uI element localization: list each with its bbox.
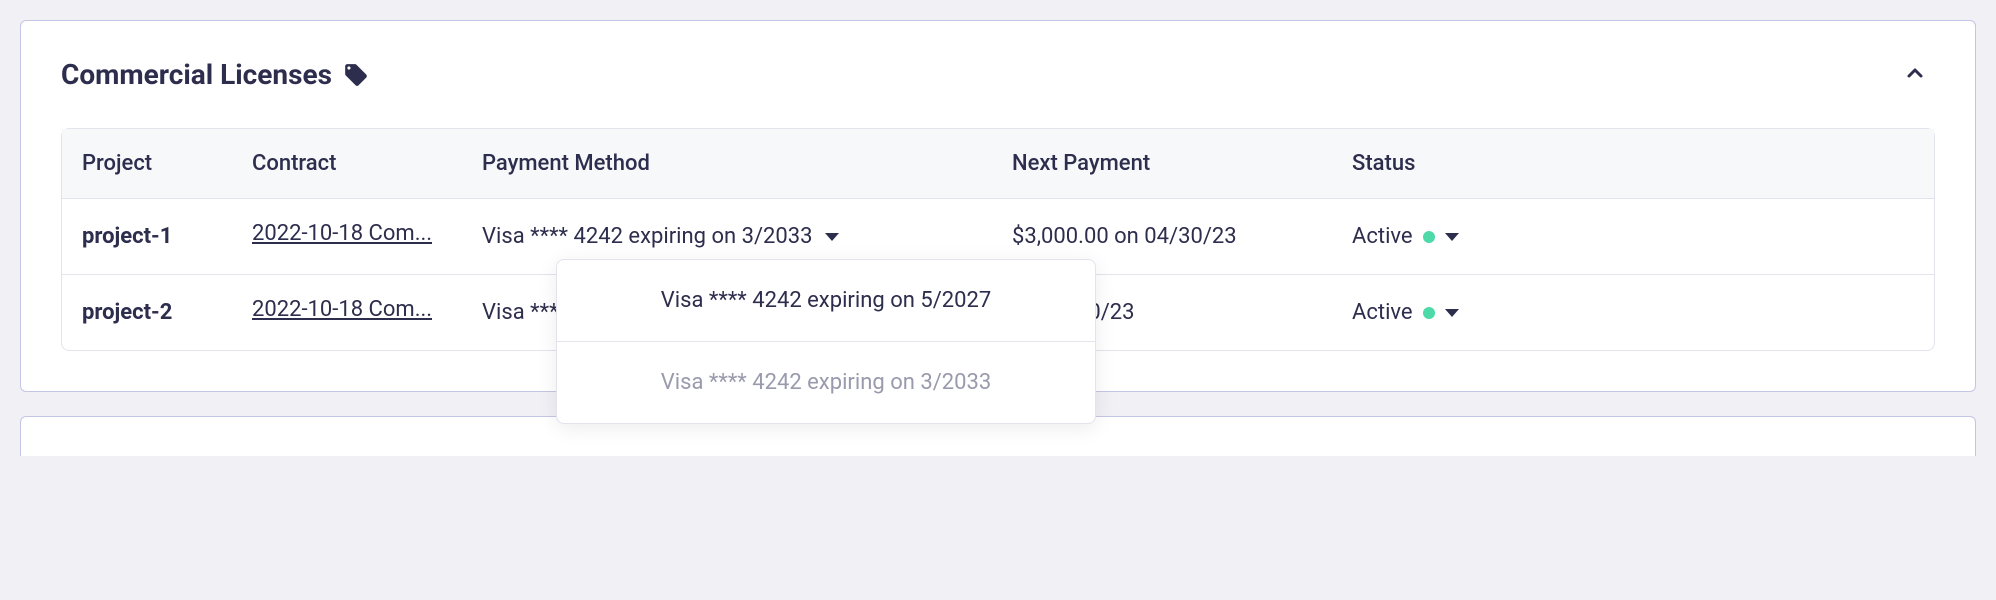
status-dropdown[interactable]: Active [1352, 224, 1459, 249]
licenses-panel: Commercial Licenses Project Contract Pay… [20, 20, 1976, 392]
contract-cell: 2022-10-18 Com... [232, 275, 462, 351]
licenses-table-wrap: Project Contract Payment Method Next Pay… [61, 128, 1935, 351]
status-text: Active [1352, 224, 1413, 249]
panel-header: Commercial Licenses [61, 53, 1935, 96]
payment-method-menu: Visa **** 4242 expiring on 5/2027 Visa *… [556, 259, 1096, 424]
status-cell-wrap: Active [1332, 275, 1934, 351]
caret-down-icon [1445, 233, 1459, 241]
payment-option[interactable]: Visa **** 4242 expiring on 5/2027 [557, 260, 1095, 342]
contract-link[interactable]: 2022-10-18 Com... [252, 221, 432, 246]
status-dropdown[interactable]: Active [1352, 300, 1459, 325]
caret-down-icon [825, 233, 839, 241]
panel-title-text: Commercial Licenses [61, 58, 332, 91]
status-cell-wrap: Active [1332, 199, 1934, 275]
col-header-status: Status [1332, 129, 1934, 199]
payment-option[interactable]: Visa **** 4242 expiring on 3/2033 [557, 342, 1095, 423]
status-dot-icon [1423, 231, 1435, 243]
payment-method-text: Visa **** 4242 expiring on 3/2033 [482, 224, 813, 249]
project-cell: project-1 [62, 199, 232, 275]
col-header-project: Project [62, 129, 232, 199]
tag-icon [342, 61, 370, 89]
chevron-up-icon [1903, 61, 1927, 88]
col-header-next: Next Payment [992, 129, 1332, 199]
panel-title: Commercial Licenses [61, 58, 370, 91]
payment-method-dropdown[interactable]: Visa **** 4242 expiring on 3/2033 [482, 224, 839, 249]
contract-cell: 2022-10-18 Com... [232, 199, 462, 275]
table-header-row: Project Contract Payment Method Next Pay… [62, 129, 1934, 199]
status-text: Active [1352, 300, 1413, 325]
caret-down-icon [1445, 309, 1459, 317]
collapse-button[interactable] [1895, 53, 1935, 96]
contract-link[interactable]: 2022-10-18 Com... [252, 297, 432, 322]
status-dot-icon [1423, 307, 1435, 319]
col-header-contract: Contract [232, 129, 462, 199]
col-header-payment: Payment Method [462, 129, 992, 199]
project-cell: project-2 [62, 275, 232, 351]
